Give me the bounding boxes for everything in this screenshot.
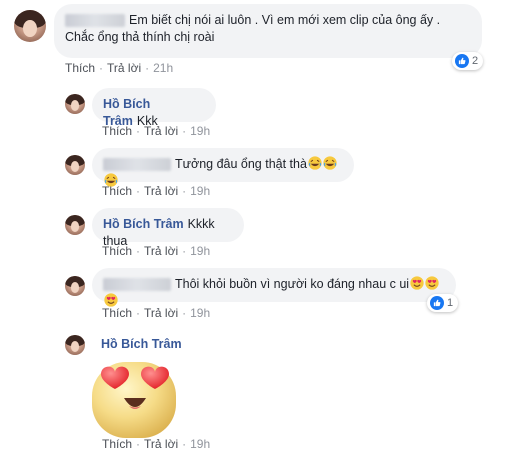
separator: · [136, 184, 141, 198]
laughing-tears-emoji [308, 156, 322, 170]
reply-link[interactable]: Trả lời [144, 306, 178, 320]
heart-eyes-emoji [425, 276, 439, 290]
reply-link[interactable]: Trả lời [144, 124, 178, 138]
reply-link[interactable]: Trả lời [144, 437, 178, 451]
redacted-author-name[interactable] [103, 278, 171, 292]
reply-actions: Thích · Trả lời · 19h [102, 124, 210, 138]
avatar-face [70, 282, 80, 293]
redacted-author-name[interactable] [103, 158, 171, 172]
reaction-count-badge[interactable]: 2 [452, 52, 484, 70]
heart-eyes-emoji [410, 276, 424, 290]
reply-actions: Thích · Trả lời · 19h [102, 184, 210, 198]
reply-actions: Thích · Trả lời · 19h [102, 306, 210, 320]
reaction-count: 2 [472, 55, 479, 67]
reply-time[interactable]: 19h [190, 124, 210, 138]
reply-time[interactable]: 19h [190, 437, 210, 451]
reply-bubble: Hồ Bích Trâm Kkkk thua [92, 208, 244, 248]
replier-avatar[interactable] [65, 215, 85, 235]
separator: · [136, 124, 141, 138]
separator: · [136, 244, 141, 258]
reply-bubble: Hồ Bích Trâm Kkk [92, 88, 216, 128]
comment-time[interactable]: 21h [153, 61, 173, 75]
reply-bubble: Tưởng đâu ổng thật thà [92, 148, 354, 182]
like-link[interactable]: Thích [102, 244, 132, 258]
reply-actions: Thích · Trả lời · 19h [102, 244, 210, 258]
like-link[interactable]: Thích [102, 437, 132, 451]
reaction-count-badge[interactable]: 1 [427, 294, 459, 312]
reply-time[interactable]: 19h [190, 244, 210, 258]
heart-eyes-emoji [104, 293, 118, 307]
separator: · [182, 437, 187, 451]
like-link[interactable]: Thích [102, 306, 132, 320]
replier-avatar[interactable] [65, 155, 85, 175]
separator: · [182, 184, 187, 198]
separator: · [145, 61, 150, 75]
laughing-tears-emoji [323, 156, 337, 170]
replier-avatar[interactable] [65, 335, 85, 355]
replier-avatar[interactable] [65, 94, 85, 114]
avatar-face [70, 221, 80, 232]
separator: · [182, 306, 187, 320]
reply-link[interactable]: Trả lời [107, 61, 141, 75]
avatar-face [70, 341, 80, 352]
separator: · [99, 61, 104, 75]
like-link[interactable]: Thích [102, 184, 132, 198]
reply-text: Thôi khỏi buồn vì người ko đáng nhau c u… [175, 277, 410, 291]
reply-link[interactable]: Trả lời [144, 184, 178, 198]
replier-avatar[interactable] [65, 276, 85, 296]
avatar-face [22, 19, 38, 38]
author-name[interactable]: Hồ Bích Trâm [101, 337, 182, 351]
redacted-author-name[interactable] [65, 14, 125, 28]
comment-bubble: Em biết chị nói ai luôn . Vì em mới xem … [54, 4, 482, 58]
separator: · [136, 306, 141, 320]
reply-bubble: Thôi khỏi buồn vì người ko đáng nhau c u… [92, 268, 456, 302]
separator: · [136, 437, 141, 451]
comment-actions: Thích · Trả lời · 21h [65, 61, 173, 75]
reply-text: Tưởng đâu ổng thật thà [175, 157, 307, 171]
like-icon [430, 296, 444, 310]
heart-eyes-sticker [92, 362, 176, 438]
reply-time[interactable]: 19h [190, 184, 210, 198]
reply-link[interactable]: Trả lời [144, 244, 178, 258]
like-icon [455, 54, 469, 68]
like-link[interactable]: Thích [102, 124, 132, 138]
avatar-face [70, 161, 80, 172]
separator: · [182, 244, 187, 258]
reaction-count: 1 [447, 297, 454, 309]
commenter-avatar[interactable] [14, 10, 46, 42]
like-link[interactable]: Thích [65, 61, 95, 75]
reply-actions: Thích · Trả lời · 19h [102, 437, 210, 451]
avatar-face [70, 100, 80, 111]
author-name[interactable]: Hồ Bích Trâm [103, 217, 184, 231]
reply-time[interactable]: 19h [190, 306, 210, 320]
separator: · [182, 124, 187, 138]
